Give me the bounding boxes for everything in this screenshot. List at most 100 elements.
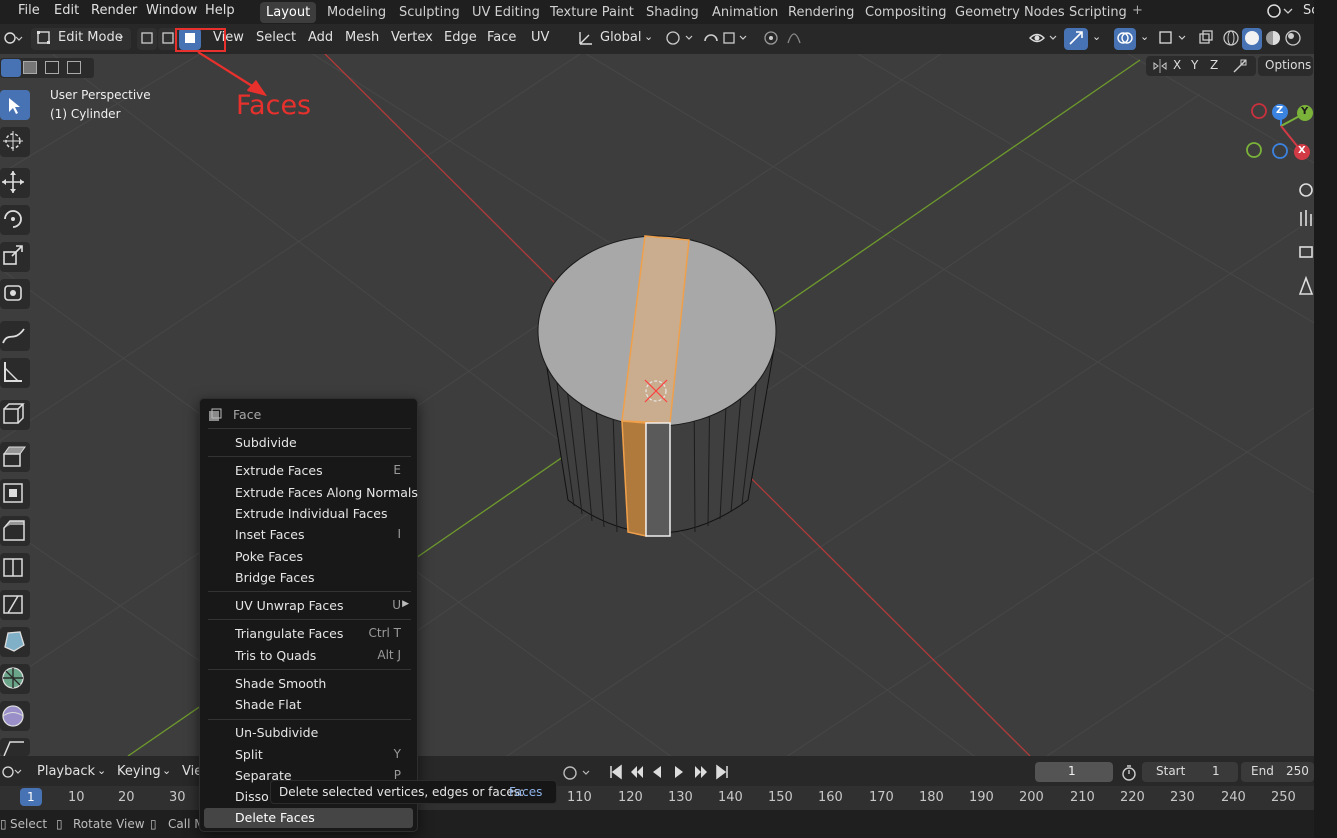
menu-item-subdivide[interactable]: Subdivide	[235, 435, 297, 450]
select-invert-button[interactable]	[67, 61, 81, 74]
tool-select-box[interactable]	[0, 90, 30, 120]
menu-uv[interactable]: UV	[531, 30, 549, 45]
tool-extrude[interactable]	[0, 442, 30, 472]
tab-uv-editing[interactable]: UV Editing	[466, 2, 546, 23]
tab-geometry-nodes[interactable]: Geometry Nodes	[949, 2, 1071, 23]
tab-modeling[interactable]: Modeling	[321, 2, 392, 23]
menu-item-poke-faces[interactable]: Poke Faces	[235, 549, 303, 564]
tool-shear[interactable]	[0, 738, 30, 756]
select-subtract-button[interactable]	[45, 61, 59, 74]
ortho-toggle-icon[interactable]	[1298, 275, 1314, 295]
gizmo-z-label[interactable]: Z	[1276, 105, 1283, 116]
menu-file[interactable]: File	[18, 3, 40, 18]
timer-icon[interactable]	[1120, 764, 1138, 786]
menu-item-extrude-individual[interactable]: Extrude Individual Faces	[235, 506, 387, 521]
menu-item-extrude-faces[interactable]: Extrude Faces	[235, 463, 323, 478]
frame-ruler[interactable]: 1 10 20 30 110 120 130 140 150 160 170 1…	[0, 786, 1314, 810]
menu-item-tris-to-quads[interactable]: Tris to Quads	[235, 648, 316, 663]
menu-item-triangulate[interactable]: Triangulate Faces	[235, 626, 343, 641]
tab-animation[interactable]: Animation	[706, 2, 784, 23]
menu-vertex[interactable]: Vertex	[391, 30, 433, 45]
proportional-editing-icon[interactable]	[762, 29, 814, 51]
menu-item-dissolve[interactable]: Disso	[235, 789, 269, 804]
menu-keying[interactable]: Keying	[117, 764, 161, 779]
menu-add[interactable]: Add	[308, 30, 333, 45]
tab-scripting[interactable]: Scripting	[1063, 2, 1133, 23]
pivot-point-icon[interactable]	[664, 29, 698, 51]
tool-cursor[interactable]	[0, 127, 30, 157]
playback-controls[interactable]	[607, 764, 735, 784]
zoom-icon[interactable]	[1299, 183, 1313, 197]
mirror-z-toggle[interactable]: Z	[1210, 58, 1218, 72]
record-keyframe-icon[interactable]	[562, 765, 594, 785]
auto-merge-icon[interactable]	[1232, 58, 1248, 78]
tab-compositing[interactable]: Compositing	[859, 2, 953, 23]
select-extend-button[interactable]	[23, 61, 37, 74]
visibility-eye-icon[interactable]	[1028, 29, 1062, 51]
playhead-marker[interactable]: 1	[20, 788, 42, 806]
menu-select[interactable]: Select	[256, 30, 296, 45]
mesh-edit-overlay-icon[interactable]	[1157, 29, 1191, 51]
tool-spin[interactable]	[0, 664, 30, 694]
end-frame-field[interactable]: End 250	[1241, 762, 1314, 782]
tool-measure[interactable]	[0, 358, 30, 388]
editor-type-icon[interactable]	[2, 29, 24, 51]
tab-rendering[interactable]: Rendering	[782, 2, 860, 23]
menu-window[interactable]: Window	[146, 3, 197, 18]
mirror-x-toggle[interactable]: X	[1173, 58, 1181, 72]
tool-knife[interactable]	[0, 590, 30, 620]
current-frame-field[interactable]: 1	[1035, 762, 1113, 782]
menu-playback[interactable]: Playback	[37, 764, 95, 779]
menu-edge[interactable]: Edge	[444, 30, 477, 45]
menu-item-shade-smooth[interactable]: Shade Smooth	[235, 676, 326, 691]
camera-view-icon[interactable]	[1299, 246, 1313, 258]
3d-viewport[interactable]: User Perspective (1) Cylinder Faces Z Y …	[0, 54, 1314, 756]
add-workspace-icon[interactable]: +	[1132, 3, 1143, 18]
gizmo-x-label[interactable]: X	[1298, 145, 1306, 156]
tab-texture-paint[interactable]: Texture Paint	[544, 2, 640, 23]
tool-add-cube[interactable]	[0, 400, 30, 430]
shading-wireframe-icon[interactable]	[1222, 29, 1240, 51]
tool-bevel[interactable]	[0, 516, 30, 546]
tab-shading[interactable]: Shading	[640, 2, 705, 23]
menu-edit[interactable]: Edit	[54, 3, 79, 18]
menu-face[interactable]: Face	[487, 30, 516, 45]
orientation-label[interactable]: Global	[600, 30, 641, 45]
tool-rotate[interactable]	[0, 205, 30, 235]
tab-layout[interactable]: Layout	[260, 2, 317, 23]
menu-item-split[interactable]: Split	[235, 747, 263, 762]
tool-loop-cut[interactable]	[0, 553, 30, 583]
select-new-button[interactable]	[1, 59, 21, 77]
xray-icon[interactable]	[1197, 29, 1215, 51]
tool-inset[interactable]	[0, 479, 30, 509]
menu-mesh[interactable]: Mesh	[345, 30, 379, 45]
menu-item-bridge-faces[interactable]: Bridge Faces	[235, 570, 315, 585]
menu-render[interactable]: Render	[91, 3, 137, 18]
menu-item-inset-faces[interactable]: Inset Faces	[235, 527, 304, 542]
tool-transform[interactable]	[0, 279, 30, 309]
cylinder-mesh[interactable]	[537, 235, 777, 537]
shading-rendered-icon[interactable]	[1284, 29, 1302, 51]
start-frame-field[interactable]: Start 1	[1142, 762, 1238, 782]
timeline-editor-icon[interactable]	[2, 764, 24, 784]
menu-item-un-subdivide[interactable]: Un-Subdivide	[235, 725, 318, 740]
tool-move[interactable]	[0, 168, 30, 198]
menu-item-uv-unwrap[interactable]: UV Unwrap Faces	[235, 598, 343, 613]
active-face[interactable]	[645, 422, 671, 537]
options-button[interactable]: Options	[1258, 56, 1313, 76]
scene-icon[interactable]	[1264, 1, 1294, 25]
tool-annotate[interactable]	[0, 321, 30, 351]
snap-icon[interactable]	[702, 29, 752, 51]
menu-help[interactable]: Help	[205, 3, 235, 18]
hand-pan-icon[interactable]	[1300, 210, 1312, 226]
tool-smooth[interactable]	[0, 701, 30, 731]
tool-scale[interactable]	[0, 242, 30, 272]
tab-sculpting[interactable]: Sculpting	[393, 2, 466, 23]
menu-item-shade-flat[interactable]: Shade Flat	[235, 697, 301, 712]
menu-item-extrude-along-normals[interactable]: Extrude Faces Along Normals	[235, 485, 418, 500]
tool-poly-build[interactable]	[0, 627, 30, 657]
gizmo-y-label[interactable]: Y	[1301, 106, 1308, 117]
mirror-y-toggle[interactable]: Y	[1191, 58, 1198, 72]
shading-material-icon[interactable]	[1264, 29, 1282, 51]
menu-item-delete-faces[interactable]: Delete Faces	[235, 810, 315, 825]
